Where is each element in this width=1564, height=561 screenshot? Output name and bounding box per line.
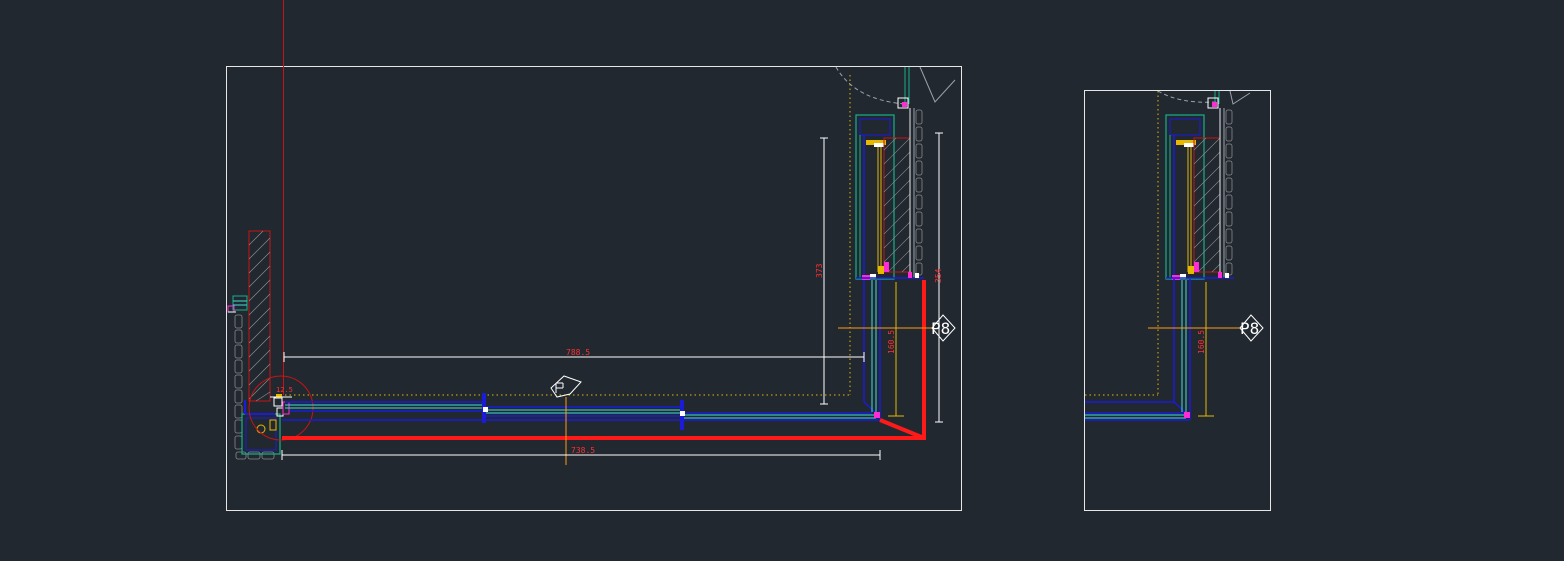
cad-drawing-canvas[interactable]: 12.5 P8 788.5 738.5 373 354 160.5 P8 160… (0, 0, 1564, 561)
dim-bottom-label: 738.5 (571, 446, 595, 455)
detail-dim-vertical-mid-label: 160.5 (1197, 330, 1206, 354)
section-marker-label: P8 (931, 319, 950, 338)
dim-vertical-mid-label: 160.5 (887, 330, 896, 354)
detail-frame-rails (1085, 279, 1191, 421)
detail-viewport-frame (1084, 90, 1271, 511)
main-viewport[interactable]: 12.5 P8 788.5 738.5 373 354 160.5 (226, 0, 962, 511)
right-frame-rails (863, 278, 925, 440)
upper-right-wall-detail (835, 66, 956, 280)
detail-viewport[interactable]: P8 160.5 (1084, 90, 1271, 511)
sliding-panels (282, 393, 880, 430)
left-wall-section (227, 230, 275, 460)
detail-section-marker-label: P8 (1240, 319, 1259, 338)
main-viewport-frame (226, 66, 962, 511)
red-outline (282, 280, 926, 440)
dim-vertical-left-label: 373 (815, 263, 824, 278)
left-corner-profile: 12.5 (241, 375, 314, 455)
dim-top-label: 788.5 (566, 348, 590, 357)
section-marker-p8: P8 (838, 282, 956, 417)
dim-vertical-right-label: 354 (934, 268, 943, 283)
detail-wall-section (1165, 108, 1234, 280)
detail-callout-label: 12.5 (276, 386, 293, 394)
